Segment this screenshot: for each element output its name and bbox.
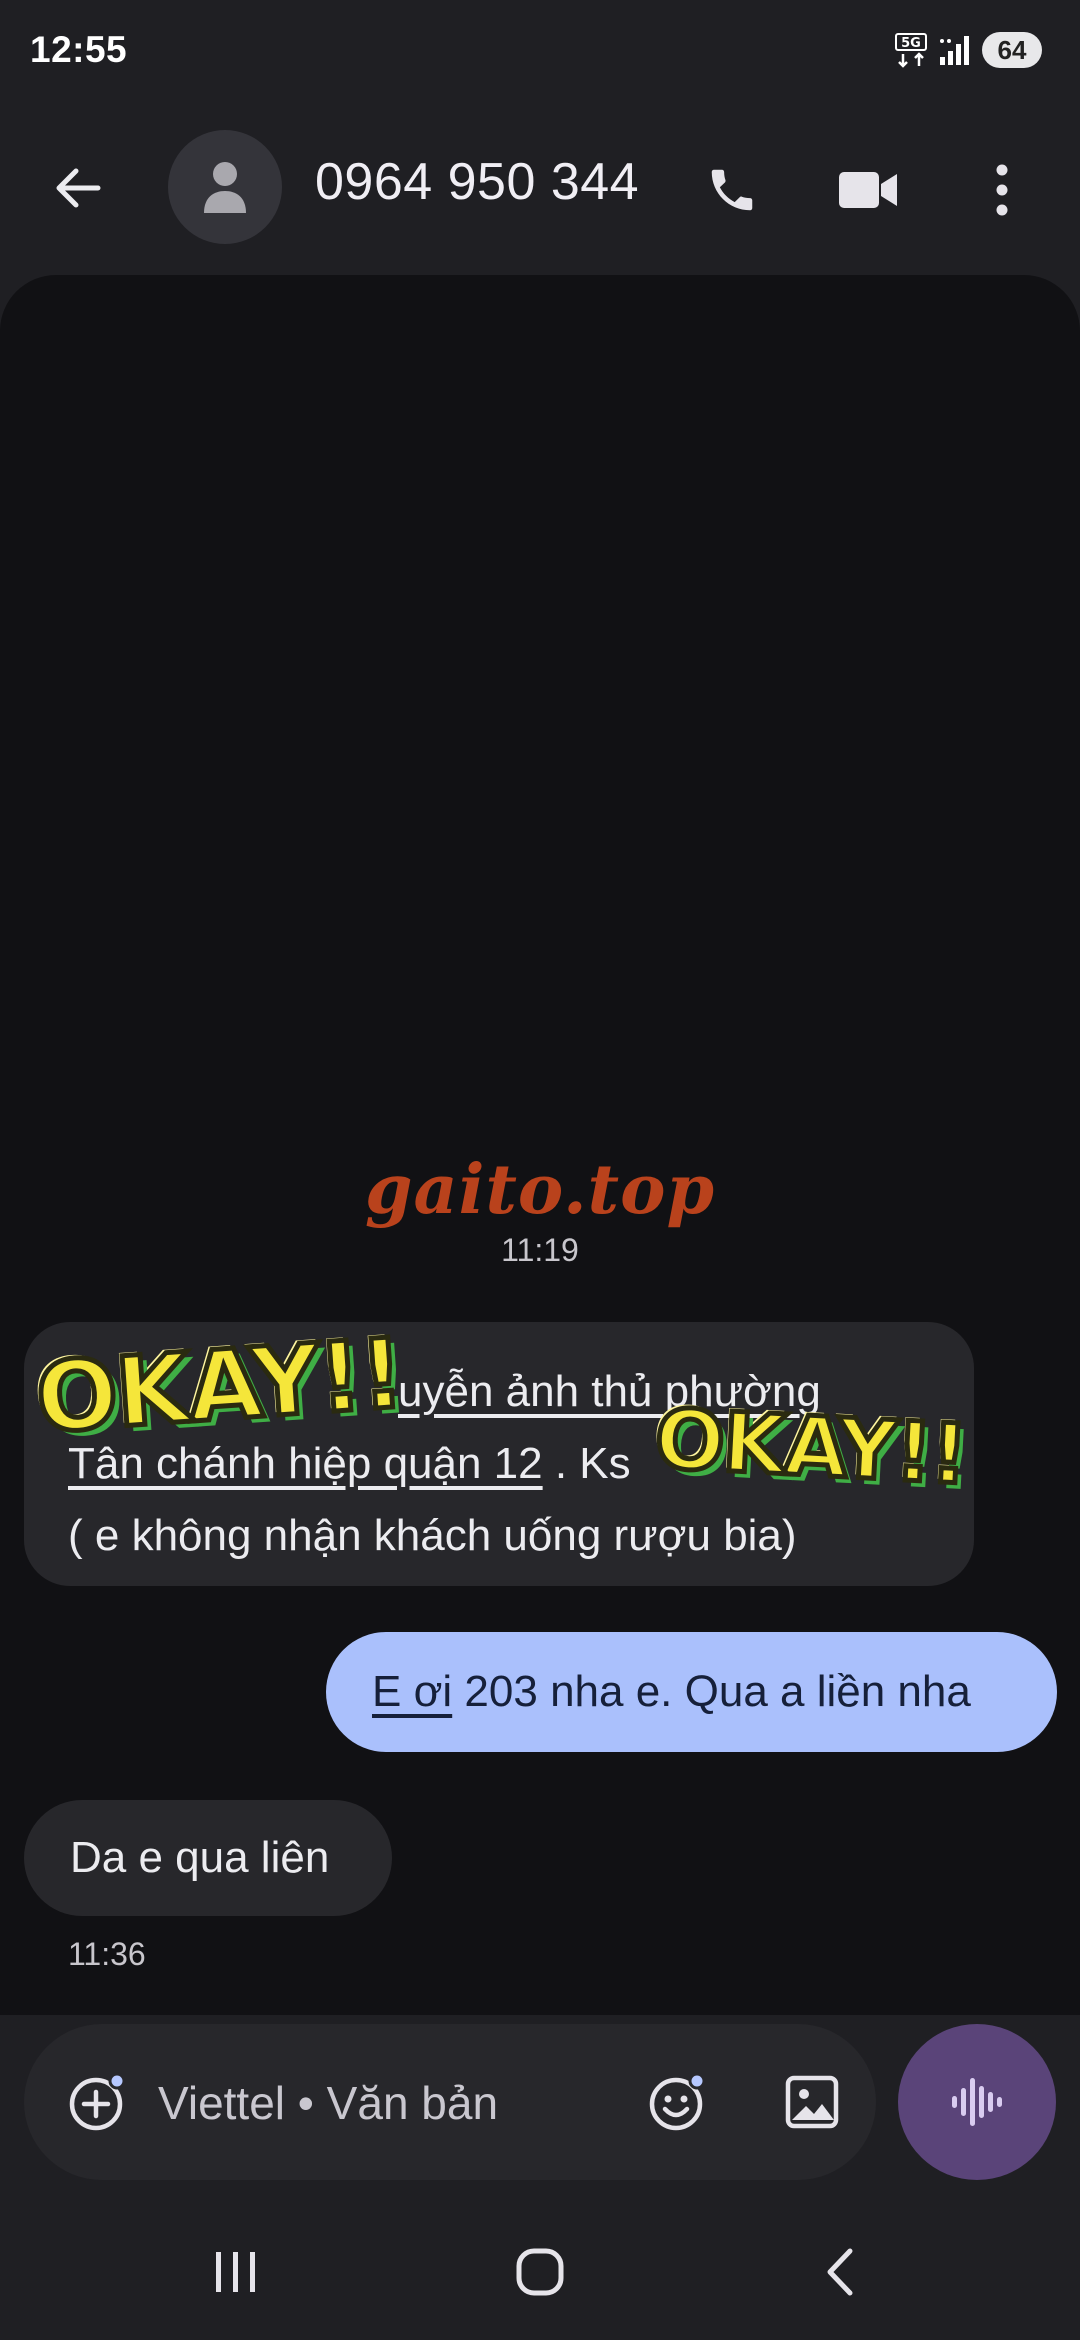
message-input[interactable]: [158, 2068, 638, 2138]
conversation-header: 0964 950 344: [0, 120, 1080, 250]
image-icon: [785, 2075, 839, 2129]
network-5g-icon: 5G: [895, 33, 927, 68]
status-icons: 5G 64: [894, 32, 1042, 68]
add-circle-icon: [69, 2072, 126, 2131]
message-link[interactable]: E ơi: [372, 1667, 452, 1717]
recent-apps-icon: [216, 2252, 255, 2292]
more-vert-icon: [996, 164, 1008, 216]
home-button[interactable]: [500, 2242, 580, 2302]
message-text: 203 nha e. Qua a liền nha: [452, 1667, 971, 1716]
message-list[interactable]: [0, 275, 1080, 2015]
message-timestamp: 11:19: [501, 1232, 579, 1268]
message-line-3: ( e không nhận khách uống rượu bia): [68, 1511, 797, 1560]
watermark: gaito.top: [365, 1150, 715, 1230]
recent-apps-button[interactable]: [196, 2242, 276, 2302]
incoming-message[interactable]: Da e qua liên: [24, 1800, 392, 1916]
home-icon: [516, 2248, 564, 2296]
system-back-button[interactable]: [800, 2242, 880, 2302]
outgoing-message[interactable]: E ơi 203 nha e. Qua a liền nha: [326, 1632, 1057, 1752]
phone-icon: [711, 169, 753, 211]
okay-sticker: OKAY!!: [650, 1389, 971, 1505]
emoji-button[interactable]: [638, 2062, 718, 2142]
avatar[interactable]: [168, 130, 282, 244]
compose-bar: [24, 2024, 876, 2180]
signal-icon: [940, 36, 969, 65]
gallery-button[interactable]: [772, 2062, 852, 2142]
system-navigation-bar: [0, 2220, 1080, 2320]
video-call-button[interactable]: [830, 154, 906, 226]
contact-name[interactable]: 0964 950 344: [315, 152, 639, 212]
status-bar: 12:55 5G 64: [0, 0, 1080, 100]
attach-button[interactable]: [58, 2062, 138, 2142]
person-icon: [204, 162, 246, 213]
back-arrow-icon: [56, 168, 101, 208]
chevron-left-icon: [827, 2248, 853, 2296]
message-text: . Ks: [542, 1439, 631, 1488]
battery-indicator: 64: [982, 32, 1042, 68]
voice-call-button[interactable]: [696, 154, 768, 226]
emoji-icon: [649, 2072, 706, 2131]
video-camera-icon: [839, 172, 897, 208]
voice-message-button[interactable]: [898, 2024, 1056, 2180]
message-timestamp: 11:36: [68, 1936, 146, 1972]
more-options-button[interactable]: [972, 154, 1032, 226]
svg-text:5G: 5G: [901, 36, 921, 51]
waveform-icon: [952, 2078, 1002, 2126]
back-button[interactable]: [40, 150, 116, 226]
status-time: 12:55: [30, 29, 128, 70]
